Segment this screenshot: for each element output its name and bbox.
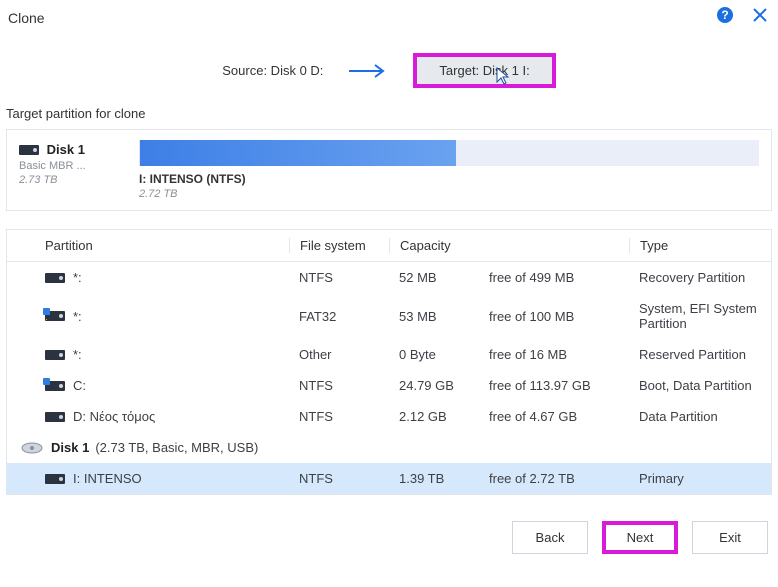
target-disk-name: Disk 1 xyxy=(47,142,85,157)
usage-fill xyxy=(140,140,456,166)
target-disk-subtitle: Basic MBR ... xyxy=(19,160,127,172)
col-capacity: Capacity xyxy=(389,238,629,253)
table-row[interactable]: I: INTENSO NTFS 1.39 TB free of 2.72 TB … xyxy=(7,463,771,494)
target-disk-size: 2.73 TB xyxy=(19,174,127,186)
partition-icon xyxy=(45,350,65,360)
close-icon[interactable] xyxy=(752,6,768,29)
footer-buttons: Back Next Exit xyxy=(0,495,778,554)
window-title: Clone xyxy=(8,10,45,26)
exit-button[interactable]: Exit xyxy=(692,521,768,554)
col-partition: Partition xyxy=(19,238,289,253)
partition-icon xyxy=(45,412,65,422)
disk-name: Disk 1 xyxy=(51,440,89,455)
table-row[interactable]: *: Other 0 Byte free of 16 MB Reserved P… xyxy=(7,339,771,370)
disk-meta: (2.73 TB, Basic, MBR, USB) xyxy=(95,440,258,455)
col-type: Type xyxy=(629,238,759,253)
table-row[interactable]: C: NTFS 24.79 GB free of 113.97 GB Boot,… xyxy=(7,370,771,401)
disk-row[interactable]: Disk 1 (2.73 TB, Basic, MBR, USB) xyxy=(7,432,771,463)
target-volume-size: 2.72 TB xyxy=(139,188,759,200)
hdd-icon xyxy=(21,441,43,455)
table-row[interactable]: *: FAT32 53 MB free of 100 MB System, EF… xyxy=(7,293,771,339)
target-disk-summary[interactable]: Disk 1 Basic MBR ... 2.73 TB xyxy=(13,140,133,200)
col-filesystem: File system xyxy=(289,238,389,253)
table-row[interactable]: D: Νέος τόμος NTFS 2.12 GB free of 4.67 … xyxy=(7,401,771,432)
table-header: Partition File system Capacity Type xyxy=(7,230,771,262)
svg-text:?: ? xyxy=(721,8,728,22)
back-button[interactable]: Back xyxy=(512,521,588,554)
partition-icon xyxy=(45,311,65,321)
target-disk-usage-bar[interactable] xyxy=(139,140,759,166)
target-disk-card: Disk 1 Basic MBR ... 2.73 TB I: INTENSO … xyxy=(6,129,772,211)
source-label: Source: Disk 0 D: xyxy=(222,63,323,78)
partition-icon xyxy=(45,381,65,391)
target-label: Target: Disk 1 I: xyxy=(439,63,529,78)
source-target-bar: Source: Disk 0 D: Target: Disk 1 I: xyxy=(0,53,778,88)
table-row[interactable]: *: NTFS 52 MB free of 499 MB Recovery Pa… xyxy=(7,262,771,293)
target-volume-label: I: INTENSO (NTFS) xyxy=(139,172,759,186)
partition-table: Partition File system Capacity Type *: N… xyxy=(6,229,772,495)
next-button[interactable]: Next xyxy=(602,521,678,554)
section-label: Target partition for clone xyxy=(0,102,778,129)
partition-icon xyxy=(45,273,65,283)
titlebar: Clone ? xyxy=(0,0,778,31)
help-icon[interactable]: ? xyxy=(716,6,734,29)
target-button[interactable]: Target: Disk 1 I: xyxy=(413,53,555,88)
arrow-right-icon xyxy=(347,63,389,79)
partition-icon xyxy=(45,474,65,484)
disk-icon xyxy=(19,143,39,158)
cursor-icon xyxy=(496,67,510,88)
